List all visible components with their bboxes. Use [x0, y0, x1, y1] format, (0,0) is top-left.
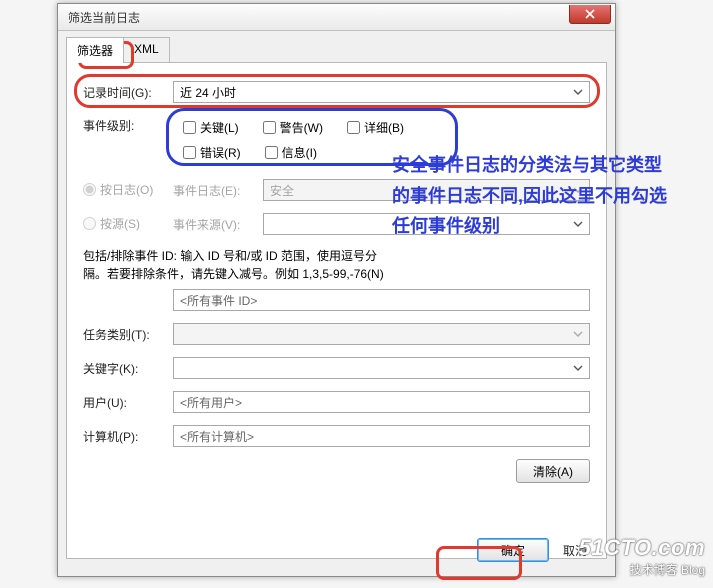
close-icon	[585, 9, 595, 19]
label-time: 记录时间(G):	[83, 84, 173, 101]
dialog-buttons: 确定 取消	[66, 538, 607, 562]
row-eventid: <所有事件 ID>	[83, 289, 590, 311]
row-bysource: 按源(S) 事件来源(V):	[83, 213, 590, 235]
label-levels: 事件级别:	[83, 115, 173, 134]
chk-verbose[interactable]: 详细(B)	[347, 119, 404, 136]
help-include-exclude: 包括/排除事件 ID: 输入 ID 号和/或 ID 范围，使用逗号分隔。若要排除…	[83, 247, 393, 283]
label-event-log: 事件日志(E):	[173, 182, 263, 199]
input-event-id[interactable]: <所有事件 ID>	[173, 289, 590, 311]
chk-information[interactable]: 信息(I)	[265, 144, 317, 161]
chk-critical[interactable]: 关键(L)	[183, 119, 239, 136]
chevron-down-icon	[571, 85, 585, 99]
row-computer: 计算机(P): <所有计算机>	[83, 425, 590, 447]
combo-event-source[interactable]	[263, 213, 590, 235]
row-clear: 清除(A)	[83, 459, 590, 483]
chevron-down-icon	[571, 217, 585, 231]
window-title: 筛选当前日志	[58, 9, 140, 26]
titlebar[interactable]: 筛选当前日志	[58, 4, 615, 31]
combo-event-log: 安全	[263, 179, 590, 201]
combo-keywords[interactable]	[173, 357, 590, 379]
combo-time-value: 近 24 小时	[180, 84, 236, 101]
chevron-down-icon	[571, 361, 585, 375]
radio-bysource[interactable]: 按源(S)	[83, 215, 140, 232]
clear-button[interactable]: 清除(A)	[516, 459, 590, 483]
chevron-down-icon	[571, 183, 585, 197]
tab-xml[interactable]: XML	[123, 37, 170, 63]
level-group: 关键(L) 警告(W) 详细(B) 错误(R) 信息(I)	[173, 115, 414, 167]
row-task-category: 任务类别(T):	[83, 323, 590, 345]
label-task-category: 任务类别(T):	[83, 326, 173, 343]
row-user: 用户(U): <所有用户>	[83, 391, 590, 413]
chk-warning[interactable]: 警告(W)	[263, 119, 323, 136]
chevron-down-icon	[571, 327, 585, 341]
ok-button[interactable]: 确定	[477, 538, 549, 562]
label-event-source: 事件来源(V):	[173, 216, 263, 233]
row-levels: 事件级别: 关键(L) 警告(W) 详细(B) 错误(R) 信息(I)	[83, 115, 590, 167]
row-keywords: 关键字(K):	[83, 357, 590, 379]
label-keywords: 关键字(K):	[83, 360, 173, 377]
client-area: 筛选器 XML 记录时间(G): 近 24 小时 事件级别: 关键(L	[66, 37, 607, 568]
chk-error[interactable]: 错误(R)	[183, 144, 241, 161]
cancel-button[interactable]: 取消	[563, 542, 587, 559]
label-computer: 计算机(P):	[83, 428, 173, 445]
dialog-window: 筛选当前日志 筛选器 XML 记录时间(G): 近 24 小时	[57, 3, 616, 577]
input-computer[interactable]: <所有计算机>	[173, 425, 590, 447]
close-button[interactable]	[569, 5, 611, 24]
row-time: 记录时间(G): 近 24 小时	[83, 81, 590, 103]
combo-event-log-value: 安全	[270, 182, 294, 199]
tab-filter[interactable]: 筛选器	[66, 37, 124, 63]
radio-bylog-wrap: 按日志(O)	[83, 181, 173, 199]
tab-panel: 记录时间(G): 近 24 小时 事件级别: 关键(L) 警告(W) 详细(B)	[66, 62, 607, 559]
radio-bylog[interactable]: 按日志(O)	[83, 181, 153, 198]
combo-time[interactable]: 近 24 小时	[173, 81, 590, 103]
combo-task-category	[173, 323, 590, 345]
input-user[interactable]: <所有用户>	[173, 391, 590, 413]
radio-bysource-wrap: 按源(S)	[83, 215, 173, 233]
row-bylog: 按日志(O) 事件日志(E): 安全	[83, 179, 590, 201]
tabstrip: 筛选器 XML	[66, 37, 607, 63]
label-user: 用户(U):	[83, 394, 173, 411]
